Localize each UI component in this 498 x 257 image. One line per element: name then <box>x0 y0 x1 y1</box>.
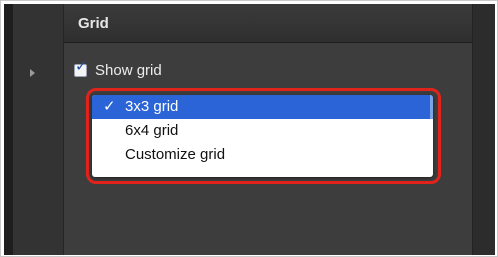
menu-item-6x4-grid[interactable]: 6x4 grid <box>92 119 433 143</box>
screenshot-frame: Grid ✓ Show grid ✓ 3x3 grid 6x4 grid Cus… <box>0 0 498 257</box>
show-grid-option[interactable]: ✓ Show grid <box>74 59 162 79</box>
panel-header: Grid <box>64 4 472 43</box>
menu-item-label: 6x4 grid <box>125 122 179 139</box>
show-grid-checkbox[interactable]: ✓ <box>74 59 88 77</box>
expand-arrow-icon[interactable] <box>30 69 35 77</box>
menu-item-3x3-grid[interactable]: ✓ 3x3 grid <box>92 95 433 119</box>
right-edge-strip <box>472 4 495 255</box>
menu-item-label: 3x3 grid <box>125 98 179 115</box>
menu-scroll-edge <box>430 95 433 119</box>
app-window: Grid ✓ Show grid ✓ 3x3 grid 6x4 grid Cus… <box>4 4 495 255</box>
show-grid-label: Show grid <box>95 62 162 79</box>
panel-title: Grid <box>78 15 109 32</box>
menu-item-customize-grid[interactable]: Customize grid <box>92 143 433 167</box>
menu-item-label: Customize grid <box>125 146 226 163</box>
grid-type-dropdown[interactable]: ✓ 3x3 grid 6x4 grid Customize grid <box>92 95 433 177</box>
checkmark-icon: ✓ <box>75 58 88 75</box>
selected-check-icon: ✓ <box>103 98 116 115</box>
left-edge-strip <box>4 4 13 255</box>
side-column <box>13 4 64 255</box>
